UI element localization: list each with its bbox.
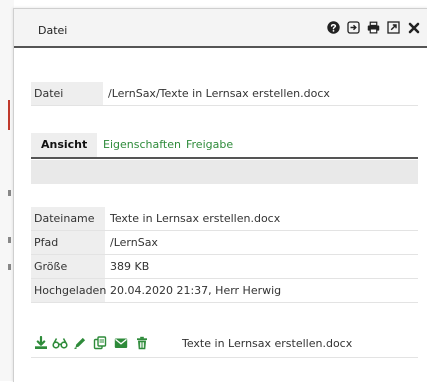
mail-icon[interactable]: [114, 336, 128, 350]
export-icon[interactable]: [347, 21, 360, 34]
delete-icon[interactable]: [135, 336, 149, 350]
dialog-titlebar[interactable]: Datei: [14, 9, 427, 48]
view-icon[interactable]: [52, 336, 68, 350]
property-label: Hochgeladen: [31, 279, 106, 302]
tab-eigenschaften[interactable]: Eigenschaften: [103, 133, 181, 157]
property-value: /LernSax: [110, 236, 158, 249]
file-dialog: Datei Datei /LernSax/Texte in Lernsax er…: [13, 8, 427, 382]
file-path-row: Datei /LernSax/Texte in Lernsax erstelle…: [31, 82, 418, 106]
download-icon[interactable]: [34, 336, 48, 350]
property-row-size: Größe 389 KB: [31, 255, 418, 279]
tab-bar: Ansicht Eigenschaften Freigabe: [31, 133, 418, 159]
titlebar-icons: [327, 21, 420, 34]
action-file-name: Texte in Lernsax erstellen.docx: [182, 337, 353, 350]
property-value: 389 KB: [110, 260, 150, 273]
tab-content-header: [31, 160, 418, 184]
property-value: Texte in Lernsax erstellen.docx: [110, 212, 281, 225]
property-label: Pfad: [31, 231, 105, 254]
help-icon[interactable]: [327, 21, 340, 34]
property-label: Größe: [31, 255, 105, 278]
background-tick: [8, 264, 11, 270]
file-path-label: Datei: [31, 82, 103, 105]
property-row-path: Pfad /LernSax: [31, 231, 418, 255]
tab-ansicht[interactable]: Ansicht: [31, 133, 98, 157]
tab-freigabe[interactable]: Freigabe: [186, 133, 233, 157]
background-panel: [0, 0, 14, 381]
property-value: 20.04.2020 21:37, Herr Herwig: [110, 284, 282, 297]
background-tick: [8, 190, 11, 196]
edit-icon[interactable]: [73, 336, 87, 350]
print-icon[interactable]: [367, 21, 380, 34]
maximize-icon[interactable]: [387, 21, 400, 34]
file-actions-bar: Texte in Lernsax erstellen.docx: [31, 331, 418, 358]
copy-icon[interactable]: [93, 336, 107, 350]
close-icon[interactable]: [407, 21, 420, 34]
background-tick: [8, 237, 11, 243]
property-row-uploaded: Hochgeladen 20.04.2020 21:37, Herr Herwi…: [31, 279, 418, 303]
background-accent-strip: [8, 100, 10, 130]
file-path-value: /LernSax/Texte in Lernsax erstellen.docx: [108, 87, 330, 100]
property-label: Dateiname: [31, 207, 105, 230]
dialog-title: Datei: [38, 24, 68, 37]
property-row-filename: Dateiname Texte in Lernsax erstellen.doc…: [31, 207, 418, 231]
